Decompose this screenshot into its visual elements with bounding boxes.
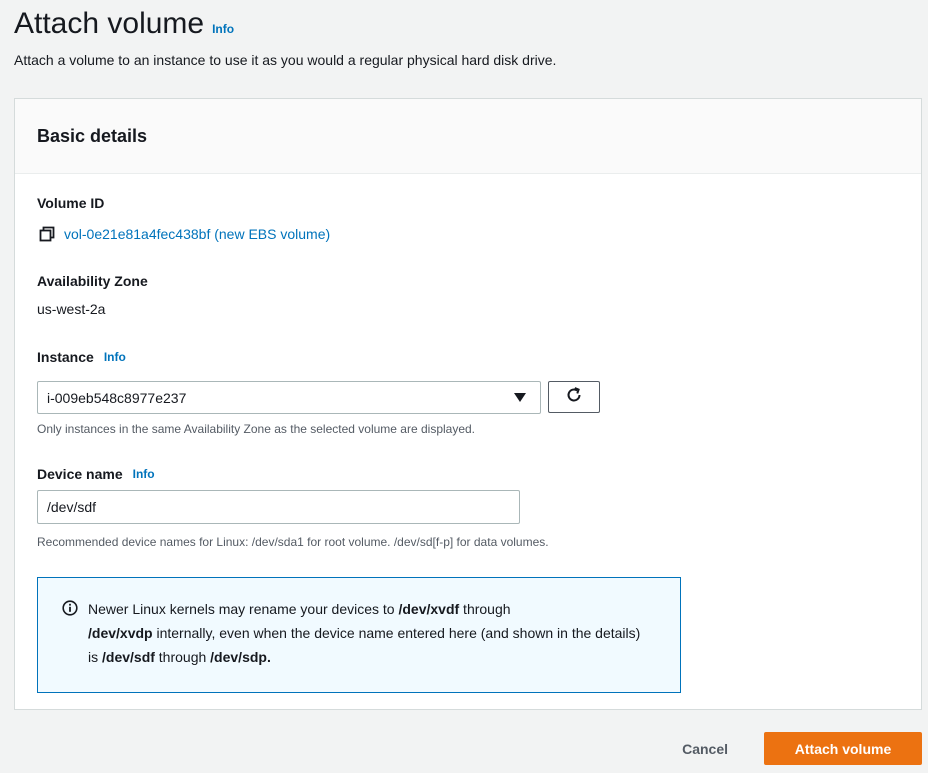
title-row: Attach volume Info [14, 2, 914, 46]
instance-info-link[interactable]: Info [104, 350, 126, 364]
page-info-link[interactable]: Info [212, 22, 234, 36]
basic-details-panel: Basic details Volume ID vol-0e21e81a4fec… [14, 98, 922, 710]
alert-bold-sdp: /dev/sdp. [210, 649, 271, 665]
instance-help-text: Only instances in the same Availability … [37, 422, 476, 436]
volume-id-value: vol-0e21e81a4fec438bf (new EBS volume) [39, 226, 330, 242]
info-circle-icon [62, 600, 78, 616]
alert-text-part: through [154, 649, 211, 665]
refresh-instances-button[interactable] [548, 381, 600, 413]
footer-actions: Cancel Attach volume [662, 732, 922, 765]
alert-text: Newer Linux kernels may rename your devi… [88, 597, 648, 692]
device-name-help-text: Recommended device names for Linux: /dev… [37, 535, 549, 549]
volume-id-link[interactable]: vol-0e21e81a4fec438bf (new EBS volume) [64, 226, 330, 242]
page-header: Attach volume Info Attach a volume to an… [14, 2, 914, 70]
alert-bold-xvdf: /dev/xvdf [398, 601, 460, 617]
availability-zone-label: Availability Zone [37, 273, 148, 289]
availability-zone-value: us-west-2a [37, 301, 106, 317]
alert-text-part: through [459, 601, 511, 617]
alert-text-part: Newer Linux kernels may rename your devi… [88, 601, 399, 617]
instance-label: Instance Info [37, 349, 126, 365]
alert-bold-sdf: /dev/sdf [102, 649, 155, 665]
basic-details-title: Basic details [37, 125, 148, 146]
volume-id-label: Volume ID [37, 195, 105, 211]
instance-label-text: Instance [37, 349, 94, 365]
device-name-label-text: Device name [37, 466, 123, 482]
attach-volume-button[interactable]: Attach volume [764, 732, 922, 765]
basic-details-header: Basic details [15, 99, 921, 174]
caret-down-icon [514, 393, 526, 402]
device-name-input[interactable] [37, 490, 520, 524]
refresh-icon [565, 386, 583, 409]
cancel-button[interactable]: Cancel [662, 733, 748, 765]
copy-icon[interactable] [39, 226, 55, 242]
device-name-label: Device name Info [37, 466, 155, 482]
device-rename-info-alert: Newer Linux kernels may rename your devi… [37, 577, 681, 693]
alert-bold-xvdp: /dev/xvdp [88, 625, 153, 641]
page-description: Attach a volume to an instance to use it… [14, 52, 557, 68]
page-title: Attach volume [14, 7, 205, 40]
device-name-info-link[interactable]: Info [133, 467, 155, 481]
instance-select[interactable]: i-009eb548c8977e237 [37, 381, 541, 414]
instance-select-value: i-009eb548c8977e237 [47, 389, 187, 406]
